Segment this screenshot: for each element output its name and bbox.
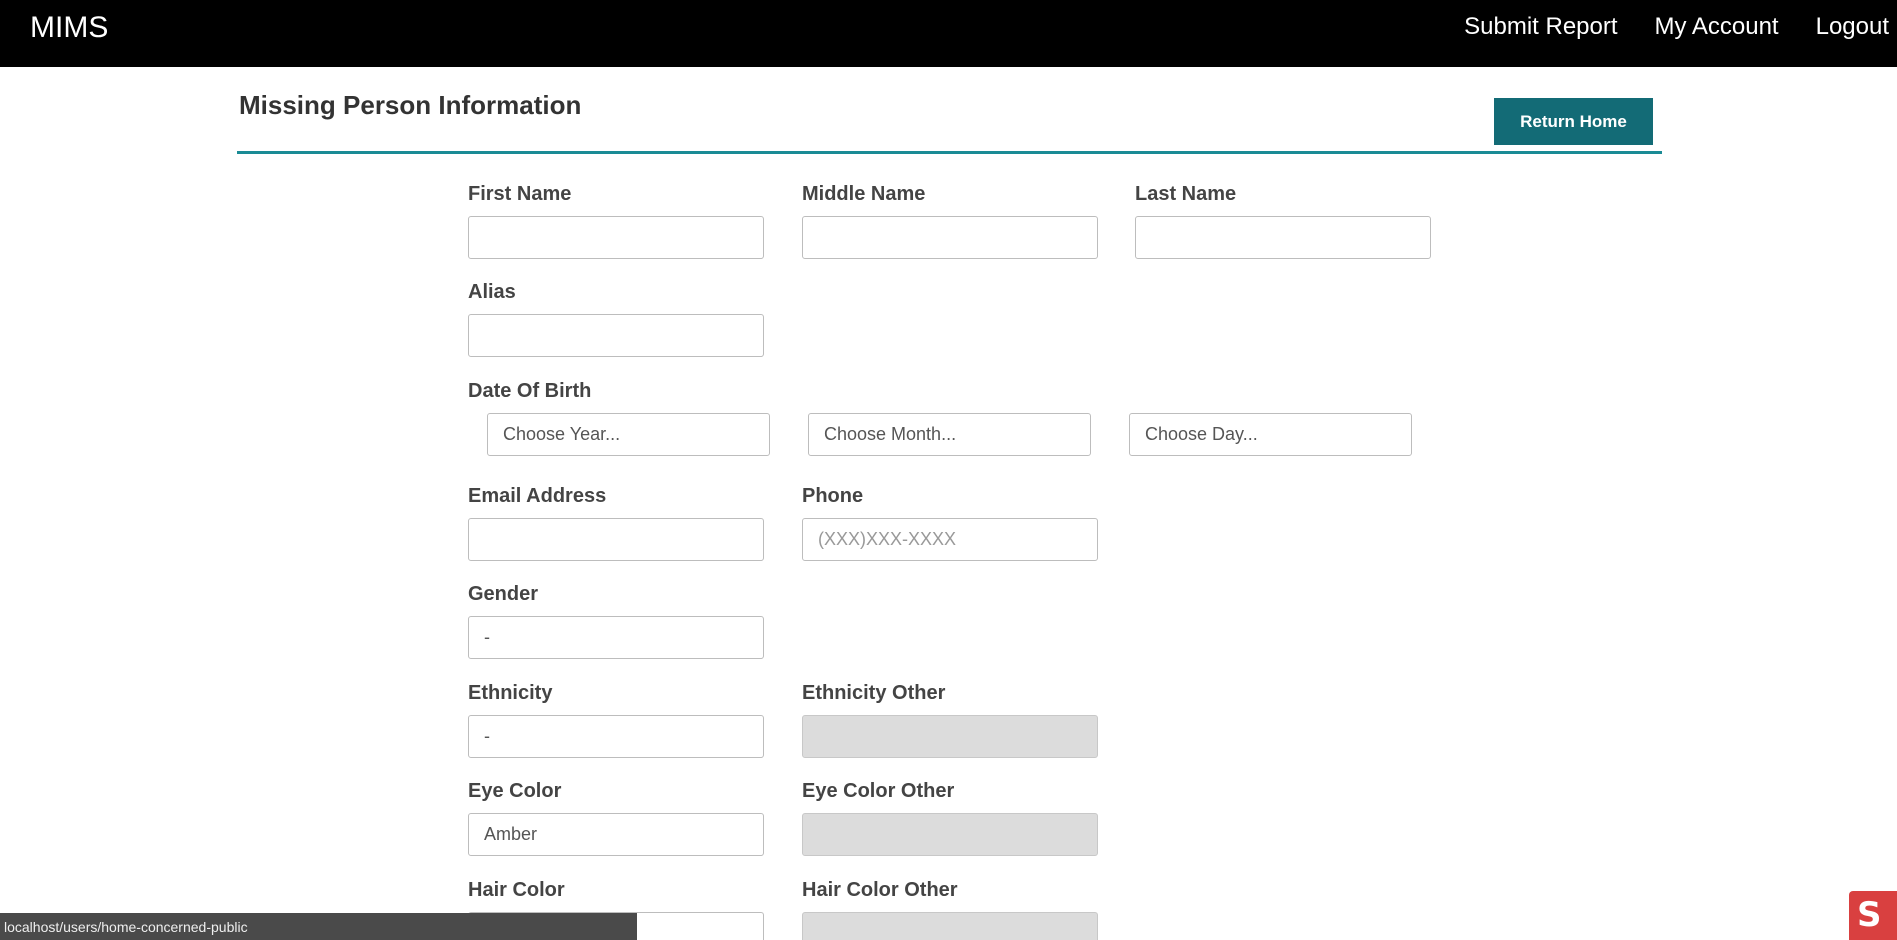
eye-color-label: Eye Color: [468, 780, 562, 802]
dob-month-select[interactable]: Choose Month...: [808, 413, 1091, 456]
nav-my-account[interactable]: My Account: [1655, 13, 1779, 41]
email-label: Email Address: [468, 485, 607, 507]
header-divider: [237, 151, 1662, 154]
nav-submit-report[interactable]: Submit Report: [1464, 13, 1617, 41]
hair-color-other-input: [802, 912, 1098, 940]
alias-label: Alias: [468, 281, 516, 303]
dob-day-select[interactable]: Choose Day...: [1129, 413, 1412, 456]
nav-links: Submit Report My Account Logout: [1464, 13, 1889, 41]
dob-year-select[interactable]: Choose Year...: [487, 413, 770, 456]
page-title: Missing Person Information: [239, 90, 582, 120]
first-name-input[interactable]: [468, 216, 764, 259]
ethnicity-other-label: Ethnicity Other: [802, 682, 946, 704]
first-name-label: First Name: [468, 183, 572, 205]
eye-color-select[interactable]: Amber: [468, 813, 764, 856]
top-navbar: MIMS Submit Report My Account Logout: [0, 0, 1897, 67]
hair-color-label: Hair Color: [468, 879, 565, 901]
phone-input[interactable]: (XXX)XXX-XXXX: [802, 518, 1098, 561]
browser-status-bar: localhost/users/home-concerned-public: [0, 913, 637, 940]
eye-color-other-input: [802, 813, 1098, 856]
email-input[interactable]: [468, 518, 764, 561]
brand-logo[interactable]: MIMS: [30, 11, 108, 45]
alias-input[interactable]: [468, 314, 764, 357]
dob-label: Date Of Birth: [468, 380, 592, 402]
extension-glyph-icon: S: [1857, 895, 1882, 935]
nav-logout[interactable]: Logout: [1816, 13, 1889, 41]
middle-name-input[interactable]: [802, 216, 1098, 259]
ethnicity-select[interactable]: -: [468, 715, 764, 758]
phone-label: Phone: [802, 485, 864, 507]
hair-color-other-label: Hair Color Other: [802, 879, 958, 901]
extension-logo-icon[interactable]: S: [1849, 891, 1897, 940]
return-home-button[interactable]: Return Home: [1494, 98, 1653, 145]
middle-name-label: Middle Name: [802, 183, 926, 205]
last-name-input[interactable]: [1135, 216, 1431, 259]
last-name-label: Last Name: [1135, 183, 1237, 205]
eye-color-other-label: Eye Color Other: [802, 780, 955, 802]
ethnicity-label: Ethnicity: [468, 682, 553, 704]
gender-label: Gender: [468, 583, 539, 605]
gender-select[interactable]: -: [468, 616, 764, 659]
ethnicity-other-input: [802, 715, 1098, 758]
